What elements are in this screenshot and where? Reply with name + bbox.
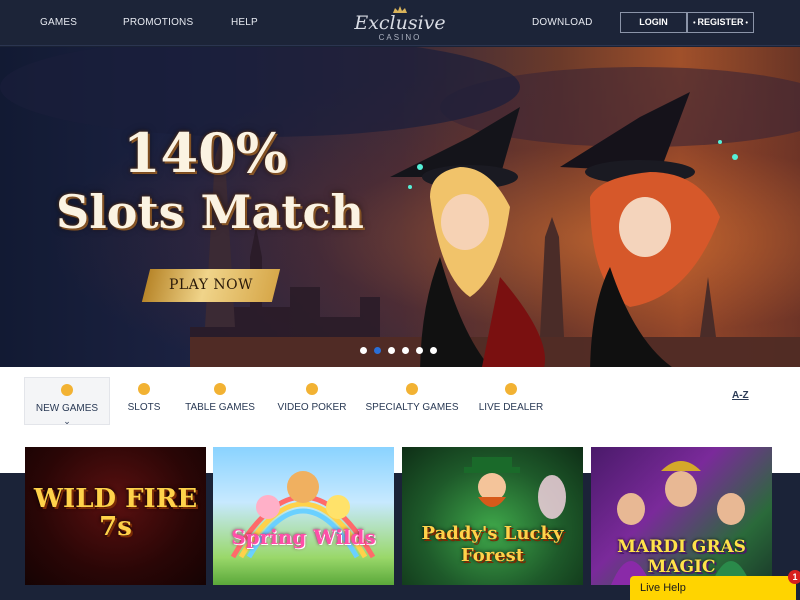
tab-table-games[interactable]: TABLE GAMES [180,377,260,425]
carousel-dot-active[interactable] [374,347,381,354]
table-games-icon [214,383,226,395]
spring-wilds-art [230,471,376,559]
game-category-bar: NEW GAMES ⌄ SLOTS TABLE GAMES VIDEO POKE… [0,367,800,433]
game-title: WILD FIRE 7s [33,484,198,542]
tab-specialty-games[interactable]: SPECIALTY GAMES [364,377,460,425]
carousel-dot[interactable] [402,347,409,354]
logo-wordmark: Exclusive [354,12,446,34]
live-help-widget[interactable]: Live Help 1 [630,570,800,600]
tab-label: TABLE GAMES [185,402,255,413]
nav-help[interactable]: HELP [231,17,258,28]
slots-icon [138,383,150,395]
specialty-games-icon [406,383,418,395]
game-tile-paddys-lucky-forest[interactable]: Paddy's Lucky Forest [402,447,583,585]
tab-label: LIVE DEALER [478,402,544,413]
game-tile-spring-wilds[interactable]: Spring Wilds [213,447,394,585]
logo-subtitle: CASINO [378,33,422,42]
game-title: Paddy's Lucky Forest [421,523,564,566]
game-title: Spring Wilds [231,525,376,549]
nav-download[interactable]: DOWNLOAD [532,17,593,28]
register-dot-right: • [743,20,748,27]
hero-headline-offer: Slots Match [56,185,364,239]
carousel-dot[interactable] [360,347,367,354]
casino-logo[interactable]: Exclusive CASINO [352,6,448,44]
tab-slots[interactable]: SLOTS [118,377,170,425]
tab-video-poker[interactable]: VIDEO POKER [274,377,350,425]
new-games-icon [61,384,73,396]
login-button[interactable]: LOGIN [620,12,687,33]
tab-new-games[interactable]: NEW GAMES ⌄ [24,377,110,426]
tab-label: VIDEO POKER [277,402,347,413]
tab-label: SLOTS [127,402,161,413]
hero-headline-percent: 140% [122,121,288,185]
hero-banner[interactable]: 140% Slots Match PLAY NOW [0,47,800,367]
a-z-sort-link[interactable]: A-Z [732,390,749,401]
carousel-dot[interactable] [388,347,395,354]
site-header: GAMES PROMOTIONS HELP Exclusive CASINO D… [0,0,800,46]
video-poker-icon [306,383,318,395]
register-label: REGISTER [697,17,744,27]
live-help-label: Live Help [640,582,686,594]
nav-games[interactable]: GAMES [40,17,77,28]
chevron-down-icon: ⌄ [63,416,71,426]
game-grid: WILD FIRE 7s Spring Wilds Paddy's Lucky … [0,433,800,600]
play-now-button[interactable]: PLAY NOW [146,269,276,302]
carousel-dots [360,347,440,355]
game-title: MARDI GRAS MAGIC [617,537,746,577]
game-tile-mardi-gras-magic[interactable]: MARDI GRAS MAGIC [591,447,772,585]
tab-label: SPECIALTY GAMES [365,402,459,413]
live-dealer-icon [505,383,517,395]
tab-label: NEW GAMES [35,403,99,414]
carousel-dot[interactable] [416,347,423,354]
register-button[interactable]: • REGISTER • [687,12,754,33]
notification-badge: 1 [788,570,800,584]
game-tile-wild-fire-7s[interactable]: WILD FIRE 7s [25,447,206,585]
nav-promotions[interactable]: PROMOTIONS [123,17,193,28]
tab-live-dealer[interactable]: LIVE DEALER [476,377,546,425]
carousel-dot[interactable] [430,347,437,354]
